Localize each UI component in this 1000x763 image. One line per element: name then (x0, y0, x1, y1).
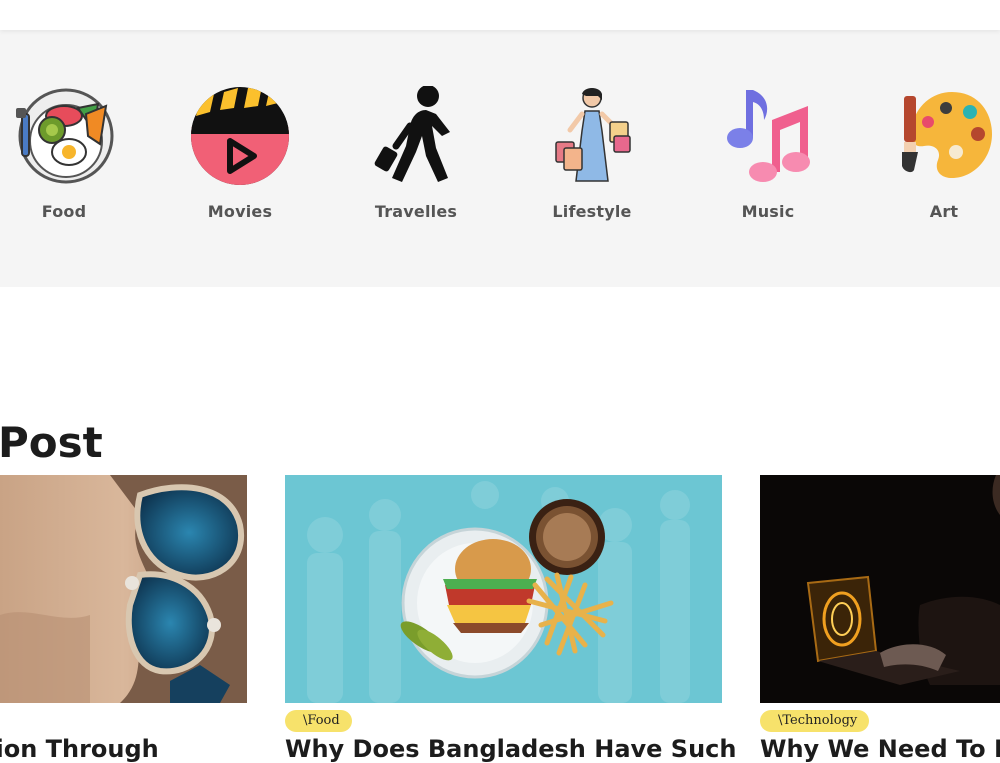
music-notes-icon (718, 86, 818, 186)
clapperboard-play-icon (190, 86, 290, 186)
paint-palette-icon (894, 86, 994, 186)
post-image-hacker-laptop-dark[interactable] (760, 475, 1000, 703)
category-label: Food (41, 202, 87, 221)
food-plate-icon (14, 86, 114, 186)
category-strip: Food Movies Travelles Lifestyle Music Ar… (0, 30, 1000, 287)
category-art[interactable]: Art (879, 86, 1000, 221)
post-tag[interactable]: \Technology (760, 710, 870, 732)
post-title[interactable]: Why We Need To Be (760, 735, 1000, 763)
category-lifestyle[interactable]: Lifestyle (527, 86, 657, 221)
walking-traveler-icon (366, 85, 466, 186)
post-tag[interactable]: \Food (285, 710, 352, 732)
category-label: Art (929, 202, 959, 221)
category-music[interactable]: Music (703, 86, 833, 221)
post-image-burger-fries-plate[interactable] (285, 475, 722, 703)
category-label: Movies (207, 202, 273, 221)
category-movies[interactable]: Movies (175, 86, 305, 221)
category-label: Music (741, 202, 795, 221)
post-title[interactable]: tion Through (0, 735, 159, 763)
category-food[interactable]: Food (0, 86, 129, 221)
category-label: Travelles (374, 202, 458, 221)
section-title: Post (0, 418, 103, 467)
category-label: Lifestyle (552, 202, 632, 221)
category-travelles[interactable]: Travelles (351, 85, 481, 221)
post-image-painted-cave-artwork[interactable] (0, 475, 247, 703)
shopping-woman-icon (542, 86, 642, 186)
top-bar (0, 0, 1000, 30)
post-title[interactable]: Why Does Bangladesh Have Such (285, 735, 737, 763)
